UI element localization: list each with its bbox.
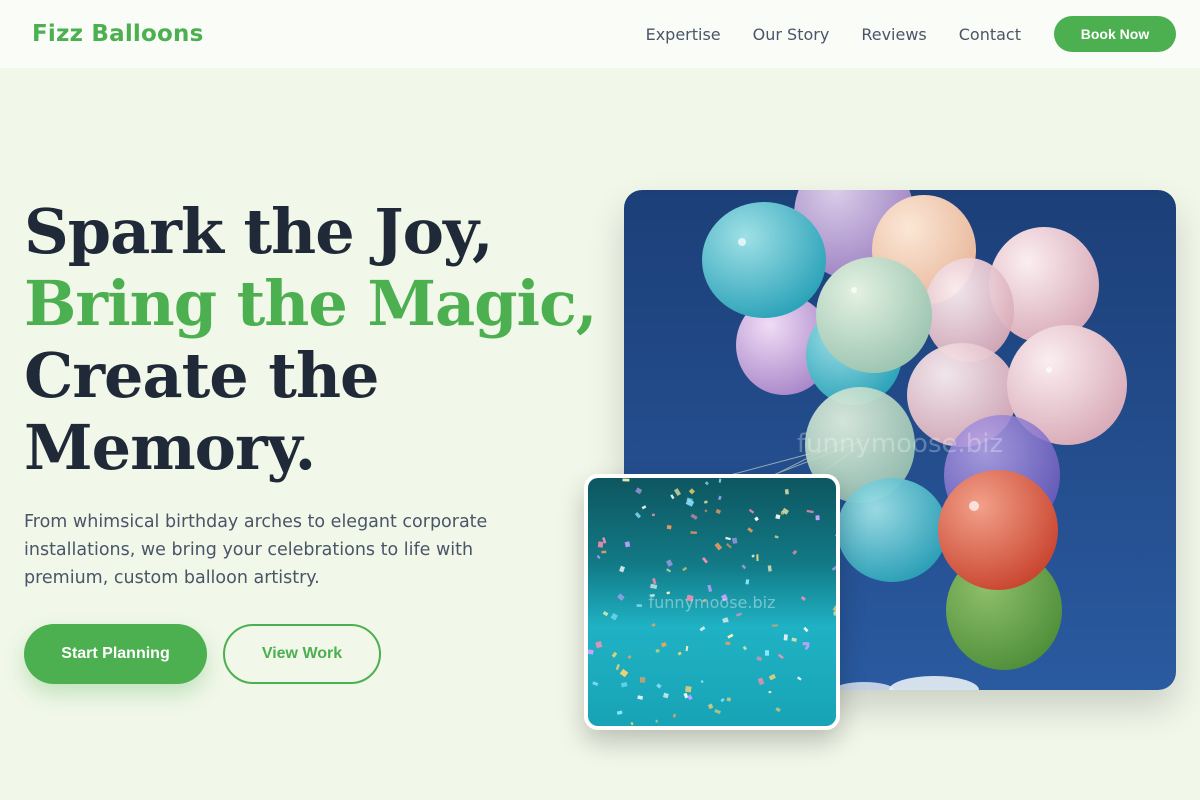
headline-line-1: Spark the Joy, (24, 195, 494, 268)
confetti-piece (756, 554, 759, 562)
start-planning-button[interactable]: Start Planning (24, 624, 207, 684)
confetti-photo: funnymoose.biz (584, 474, 840, 730)
nav-link-contact[interactable]: Contact (959, 25, 1021, 44)
confetti-piece (833, 611, 836, 616)
confetti-piece (636, 604, 643, 608)
confetti-piece (768, 691, 772, 694)
nav-link-reviews[interactable]: Reviews (861, 25, 926, 44)
confetti-piece (784, 489, 789, 495)
confetti-piece (802, 642, 810, 646)
brand-logo[interactable]: Fizz Balloons (32, 21, 203, 47)
confetti-piece (651, 513, 655, 517)
confetti-piece (815, 515, 820, 521)
confetti-piece (767, 565, 772, 572)
confetti-piece (601, 550, 607, 554)
confetti-piece (639, 677, 646, 683)
confetti-piece (780, 511, 785, 515)
nav-links: Expertise Our Story Reviews Contact (646, 25, 1021, 44)
top-nav: Fizz Balloons Expertise Our Story Review… (0, 0, 1200, 68)
hero-headline: Spark the Joy, Bring the Magic, Create t… (24, 196, 604, 484)
confetti-piece (690, 531, 697, 535)
headline-line-4: Memory. (24, 411, 316, 484)
hero-subtitle: From whimsical birthday arches to elegan… (24, 512, 488, 588)
book-now-button[interactable]: Book Now (1054, 16, 1176, 52)
confetti-piece (655, 649, 660, 653)
confetti-piece (588, 649, 594, 655)
headline-line-3: Create the (24, 339, 379, 412)
confetti-piece (765, 650, 769, 656)
nav-link-expertise[interactable]: Expertise (646, 25, 721, 44)
confetti-piece (597, 541, 604, 548)
confetti-piece (655, 719, 658, 723)
view-work-button[interactable]: View Work (223, 624, 381, 684)
confetti-piece (783, 634, 788, 641)
nav-link-our-story[interactable]: Our Story (753, 25, 830, 44)
confetti-piece (622, 478, 630, 482)
headline-line-2: Bring the Magic, (24, 267, 597, 340)
confetti-piece (685, 685, 692, 693)
confetti-piece (745, 579, 750, 585)
balloons-watermark: funnymoose.biz (797, 429, 1003, 459)
confetti-watermark: funnymoose.biz (649, 593, 776, 612)
